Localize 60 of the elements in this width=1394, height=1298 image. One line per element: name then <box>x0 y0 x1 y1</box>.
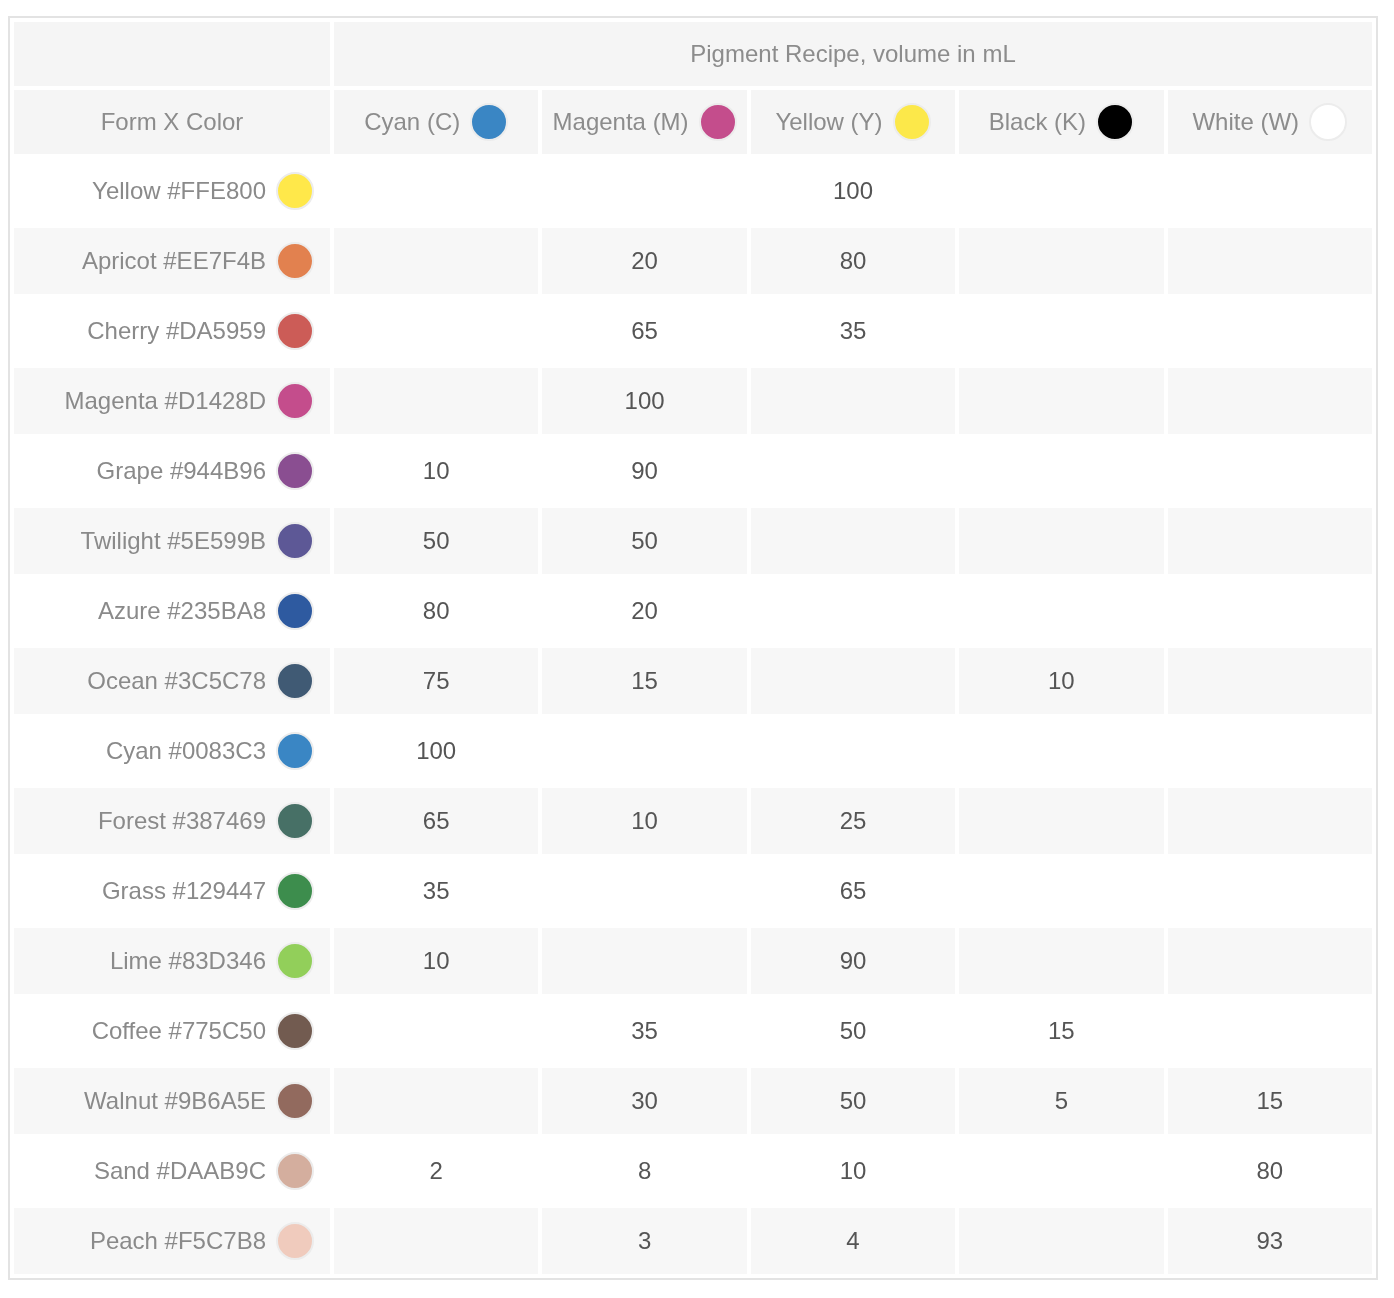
table-cell: 50 <box>839 1017 867 1044</box>
table-cell: 80 <box>1256 1157 1284 1184</box>
color-name: Grass #129447 <box>101 877 266 905</box>
table-cell: 10 <box>422 457 450 484</box>
table-cell: 10 <box>631 807 658 834</box>
table-cell: 25 <box>839 807 867 834</box>
table-cell: 15 <box>1048 1017 1075 1044</box>
table-cell: 93 <box>1256 1227 1284 1254</box>
table-cell: 80 <box>422 597 450 624</box>
table-cell: 10 <box>422 947 450 974</box>
color-name: Magenta #D1428D <box>64 387 266 415</box>
table-cell: 5 <box>1054 1087 1069 1114</box>
color-name: Sand #DAAB9C <box>93 1157 266 1185</box>
column-heading: Magenta (M) <box>552 108 689 136</box>
table-title: Pigment Recipe, volume in mL <box>334 22 1372 86</box>
color-name: Yellow #FFE800 <box>92 177 266 205</box>
table-cell: 90 <box>839 947 867 974</box>
table-cell: 4 <box>846 1227 860 1254</box>
table-cell: 35 <box>631 1017 658 1044</box>
color-name: Apricot #EE7F4B <box>81 247 266 275</box>
table-cell: 10 <box>839 1157 867 1184</box>
column-heading: Black (K) <box>988 108 1087 136</box>
table-cell: 100 <box>624 387 665 414</box>
color-name: Ocean #3C5C78 <box>87 667 266 695</box>
color-name: Peach #F5C7B8 <box>89 1227 266 1255</box>
color-name: Cherry #DA5959 <box>87 317 266 345</box>
color-name: Cyan #0083C3 <box>105 737 266 765</box>
table-cell: 15 <box>1256 1087 1284 1114</box>
table-cell: 20 <box>631 247 658 274</box>
column-heading: White (W) <box>1192 108 1300 136</box>
table-cell: 50 <box>631 527 658 554</box>
table-cell: 35 <box>839 317 867 344</box>
table-cell: 2 <box>429 1157 443 1184</box>
color-name: Lime #83D346 <box>109 947 266 975</box>
table-cell: 90 <box>631 457 658 484</box>
column-heading: Cyan (C) <box>364 108 461 136</box>
table-cell: 100 <box>416 737 457 764</box>
table-cell: 100 <box>832 177 873 204</box>
color-name: Forest #387469 <box>97 807 266 835</box>
table-cell: 8 <box>637 1157 652 1184</box>
column-heading: Yellow (Y) <box>775 108 883 136</box>
color-name: Coffee #775C50 <box>91 1017 266 1045</box>
table-cell: 65 <box>839 877 867 904</box>
table-cell: 30 <box>631 1087 658 1114</box>
color-name: Twilight #5E599B <box>80 527 266 555</box>
color-name: Azure #235BA8 <box>97 597 266 625</box>
table-cell: 75 <box>422 667 450 694</box>
table-cell: 65 <box>631 317 658 344</box>
table-cell: 80 <box>839 247 867 274</box>
table-cell: 10 <box>1048 667 1075 694</box>
table-cell: 35 <box>422 877 450 904</box>
table-cell: 65 <box>422 807 450 834</box>
table-cell: 20 <box>631 597 658 624</box>
table-cell: 15 <box>631 667 658 694</box>
table-cell: 3 <box>637 1227 652 1254</box>
color-name: Grape #944B96 <box>96 457 266 485</box>
column-heading: Form X Color <box>14 90 330 154</box>
table-cell: 50 <box>839 1087 867 1114</box>
table-cell: 50 <box>422 527 450 554</box>
color-name: Walnut #9B6A5E <box>84 1087 266 1115</box>
